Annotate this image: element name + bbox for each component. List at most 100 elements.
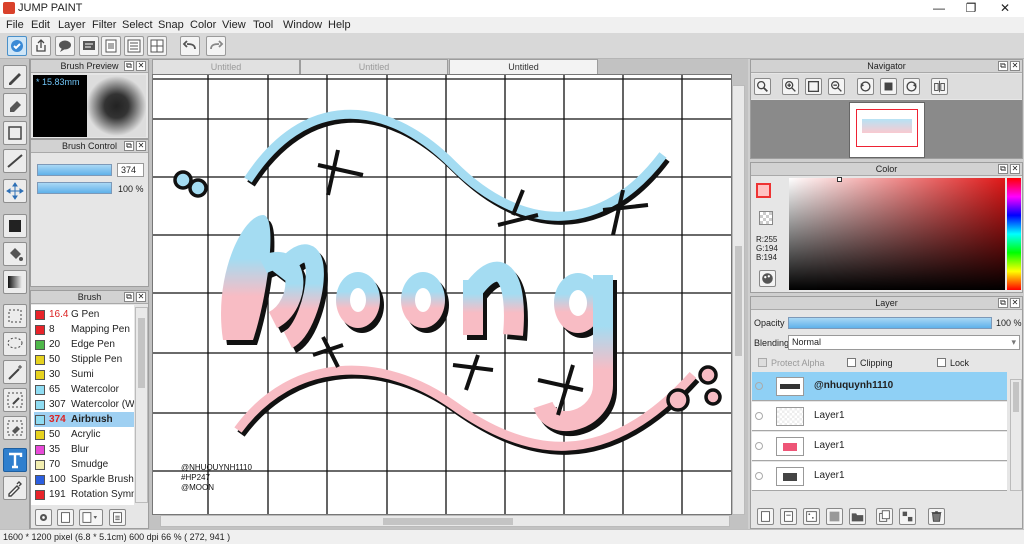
brush-item[interactable]: 374 Airbrush bbox=[34, 412, 134, 427]
quick-check-button[interactable] bbox=[7, 36, 27, 56]
rectangle-tool[interactable] bbox=[3, 121, 27, 145]
scroll-thumb[interactable] bbox=[383, 518, 513, 525]
eye-icon[interactable] bbox=[755, 442, 763, 450]
float-panel-icon[interactable]: ⧉ bbox=[998, 164, 1008, 174]
brush-item[interactable]: 20 Edge Pen bbox=[34, 337, 134, 352]
close-panel-icon[interactable]: ✕ bbox=[136, 292, 146, 302]
menu-color[interactable]: Color bbox=[190, 19, 216, 31]
drawing-canvas[interactable]: @NHUQUYNH1110 #HP247 @MOON bbox=[152, 74, 732, 515]
eye-icon[interactable] bbox=[755, 412, 763, 420]
message-button[interactable] bbox=[79, 36, 99, 56]
menu-layer[interactable]: Layer bbox=[58, 19, 86, 31]
brush-item[interactable]: 30 Sumi bbox=[34, 367, 134, 382]
rotate-left-button[interactable] bbox=[857, 78, 874, 95]
transparent-swatch[interactable] bbox=[759, 211, 773, 225]
float-panel-icon[interactable]: ⧉ bbox=[124, 61, 134, 71]
select-rect-tool[interactable] bbox=[3, 304, 27, 328]
hue-slider[interactable] bbox=[1007, 178, 1021, 290]
screentone-button[interactable] bbox=[826, 508, 843, 525]
menu-view[interactable]: View bbox=[222, 19, 246, 31]
new-layer-button[interactable] bbox=[757, 508, 774, 525]
brush-size-value[interactable]: 374 bbox=[117, 163, 144, 177]
page-button[interactable] bbox=[101, 36, 121, 56]
lock-checkbox[interactable] bbox=[937, 358, 946, 367]
brush-size-slider[interactable] bbox=[37, 164, 112, 176]
brush-item[interactable]: 8 Mapping Pen bbox=[34, 322, 134, 337]
close-panel-icon[interactable]: ✕ bbox=[136, 141, 146, 151]
canvas-vertical-scrollbar[interactable] bbox=[732, 85, 745, 515]
layer-opacity-slider[interactable] bbox=[788, 317, 992, 329]
eraser-tool[interactable] bbox=[3, 93, 27, 117]
minimize-button[interactable]: — bbox=[922, 0, 956, 17]
gradient-tool[interactable] bbox=[3, 270, 27, 294]
text-tool[interactable] bbox=[3, 448, 27, 472]
layer-row[interactable]: Layer1 bbox=[752, 462, 1007, 491]
merge-layer-button[interactable] bbox=[899, 508, 916, 525]
palette-button[interactable] bbox=[759, 270, 776, 287]
lasso-tool[interactable] bbox=[3, 332, 27, 356]
float-panel-icon[interactable]: ⧉ bbox=[998, 298, 1008, 308]
move-tool[interactable] bbox=[3, 179, 27, 203]
tab-document-3[interactable]: Untitled bbox=[449, 59, 598, 75]
float-panel-icon[interactable]: ⧉ bbox=[124, 292, 134, 302]
zoom-plus-button[interactable] bbox=[782, 78, 799, 95]
menu-window[interactable]: Window bbox=[283, 19, 322, 31]
close-panel-icon[interactable]: ✕ bbox=[1010, 164, 1020, 174]
select-pen-tool[interactable] bbox=[3, 388, 27, 412]
brush-list-scrollbar[interactable] bbox=[135, 307, 148, 503]
navigator-view[interactable] bbox=[751, 100, 1022, 158]
export-button[interactable] bbox=[31, 36, 51, 56]
reset-rotation-button[interactable] bbox=[880, 78, 897, 95]
layer-list-scrollbar[interactable] bbox=[1010, 379, 1022, 491]
layer-row[interactable]: Layer1 bbox=[752, 432, 1007, 461]
duplicate-layer-button[interactable] bbox=[876, 508, 893, 525]
line-tool[interactable] bbox=[3, 149, 27, 173]
tab-document-1[interactable]: Untitled bbox=[152, 59, 300, 75]
brush-item[interactable]: 100 Sparkle Brush bbox=[34, 472, 134, 487]
close-panel-icon[interactable]: ✕ bbox=[1010, 298, 1020, 308]
protect-alpha-checkbox[interactable] bbox=[758, 358, 767, 367]
rotate-right-button[interactable] bbox=[903, 78, 920, 95]
layer-row[interactable]: @nhuquynh1110 bbox=[752, 372, 1007, 401]
undo-button[interactable] bbox=[180, 36, 200, 56]
halftone-layer-button[interactable] bbox=[803, 508, 820, 525]
fill-rect-tool[interactable] bbox=[3, 214, 27, 238]
float-panel-icon[interactable]: ⧉ bbox=[998, 61, 1008, 71]
scroll-thumb[interactable] bbox=[735, 246, 742, 356]
brush-item[interactable]: 50 Stipple Pen bbox=[34, 352, 134, 367]
flip-button[interactable] bbox=[931, 78, 948, 95]
menu-edit[interactable]: Edit bbox=[31, 19, 50, 31]
menu-tool[interactable]: Tool bbox=[253, 19, 273, 31]
float-panel-icon[interactable]: ⧉ bbox=[124, 141, 134, 151]
fit-screen-button[interactable] bbox=[805, 78, 822, 95]
brush-item[interactable]: 16.4 G Pen bbox=[34, 307, 134, 322]
eye-icon[interactable] bbox=[755, 472, 763, 480]
zoom-in-button[interactable] bbox=[754, 78, 771, 95]
menu-snap[interactable]: Snap bbox=[158, 19, 184, 31]
close-panel-icon[interactable]: ✕ bbox=[1010, 61, 1020, 71]
eye-icon[interactable] bbox=[755, 382, 763, 390]
list-button[interactable] bbox=[124, 36, 144, 56]
layer-row[interactable]: Layer1 bbox=[752, 402, 1007, 431]
brush-item[interactable]: 307 Watercolor (Wet) bbox=[34, 397, 134, 412]
brush-item[interactable]: 50 Acrylic bbox=[34, 427, 134, 442]
brush-menu-button[interactable] bbox=[79, 509, 103, 526]
menu-help[interactable]: Help bbox=[328, 19, 351, 31]
close-panel-icon[interactable]: ✕ bbox=[136, 61, 146, 71]
brush-item[interactable]: 70 Smudge bbox=[34, 457, 134, 472]
menu-file[interactable]: File bbox=[6, 19, 24, 31]
delete-layer-button[interactable] bbox=[928, 508, 945, 525]
brush-item[interactable]: 35 Blur bbox=[34, 442, 134, 457]
pen-tool[interactable] bbox=[3, 65, 27, 89]
redo-button[interactable] bbox=[206, 36, 226, 56]
zoom-out-button[interactable] bbox=[828, 78, 845, 95]
comment-button[interactable] bbox=[55, 36, 75, 56]
scroll-thumb[interactable] bbox=[1013, 382, 1019, 412]
select-eraser-tool[interactable] bbox=[3, 416, 27, 440]
saturation-value-picker[interactable] bbox=[789, 177, 1005, 290]
new-layer-folder-button[interactable] bbox=[780, 508, 797, 525]
brush-settings-button[interactable] bbox=[35, 509, 52, 526]
brush-item[interactable]: 191 Rotation Symmetry bbox=[34, 487, 134, 502]
new-folder-button[interactable] bbox=[849, 508, 866, 525]
brush-opacity-slider[interactable] bbox=[37, 182, 112, 194]
